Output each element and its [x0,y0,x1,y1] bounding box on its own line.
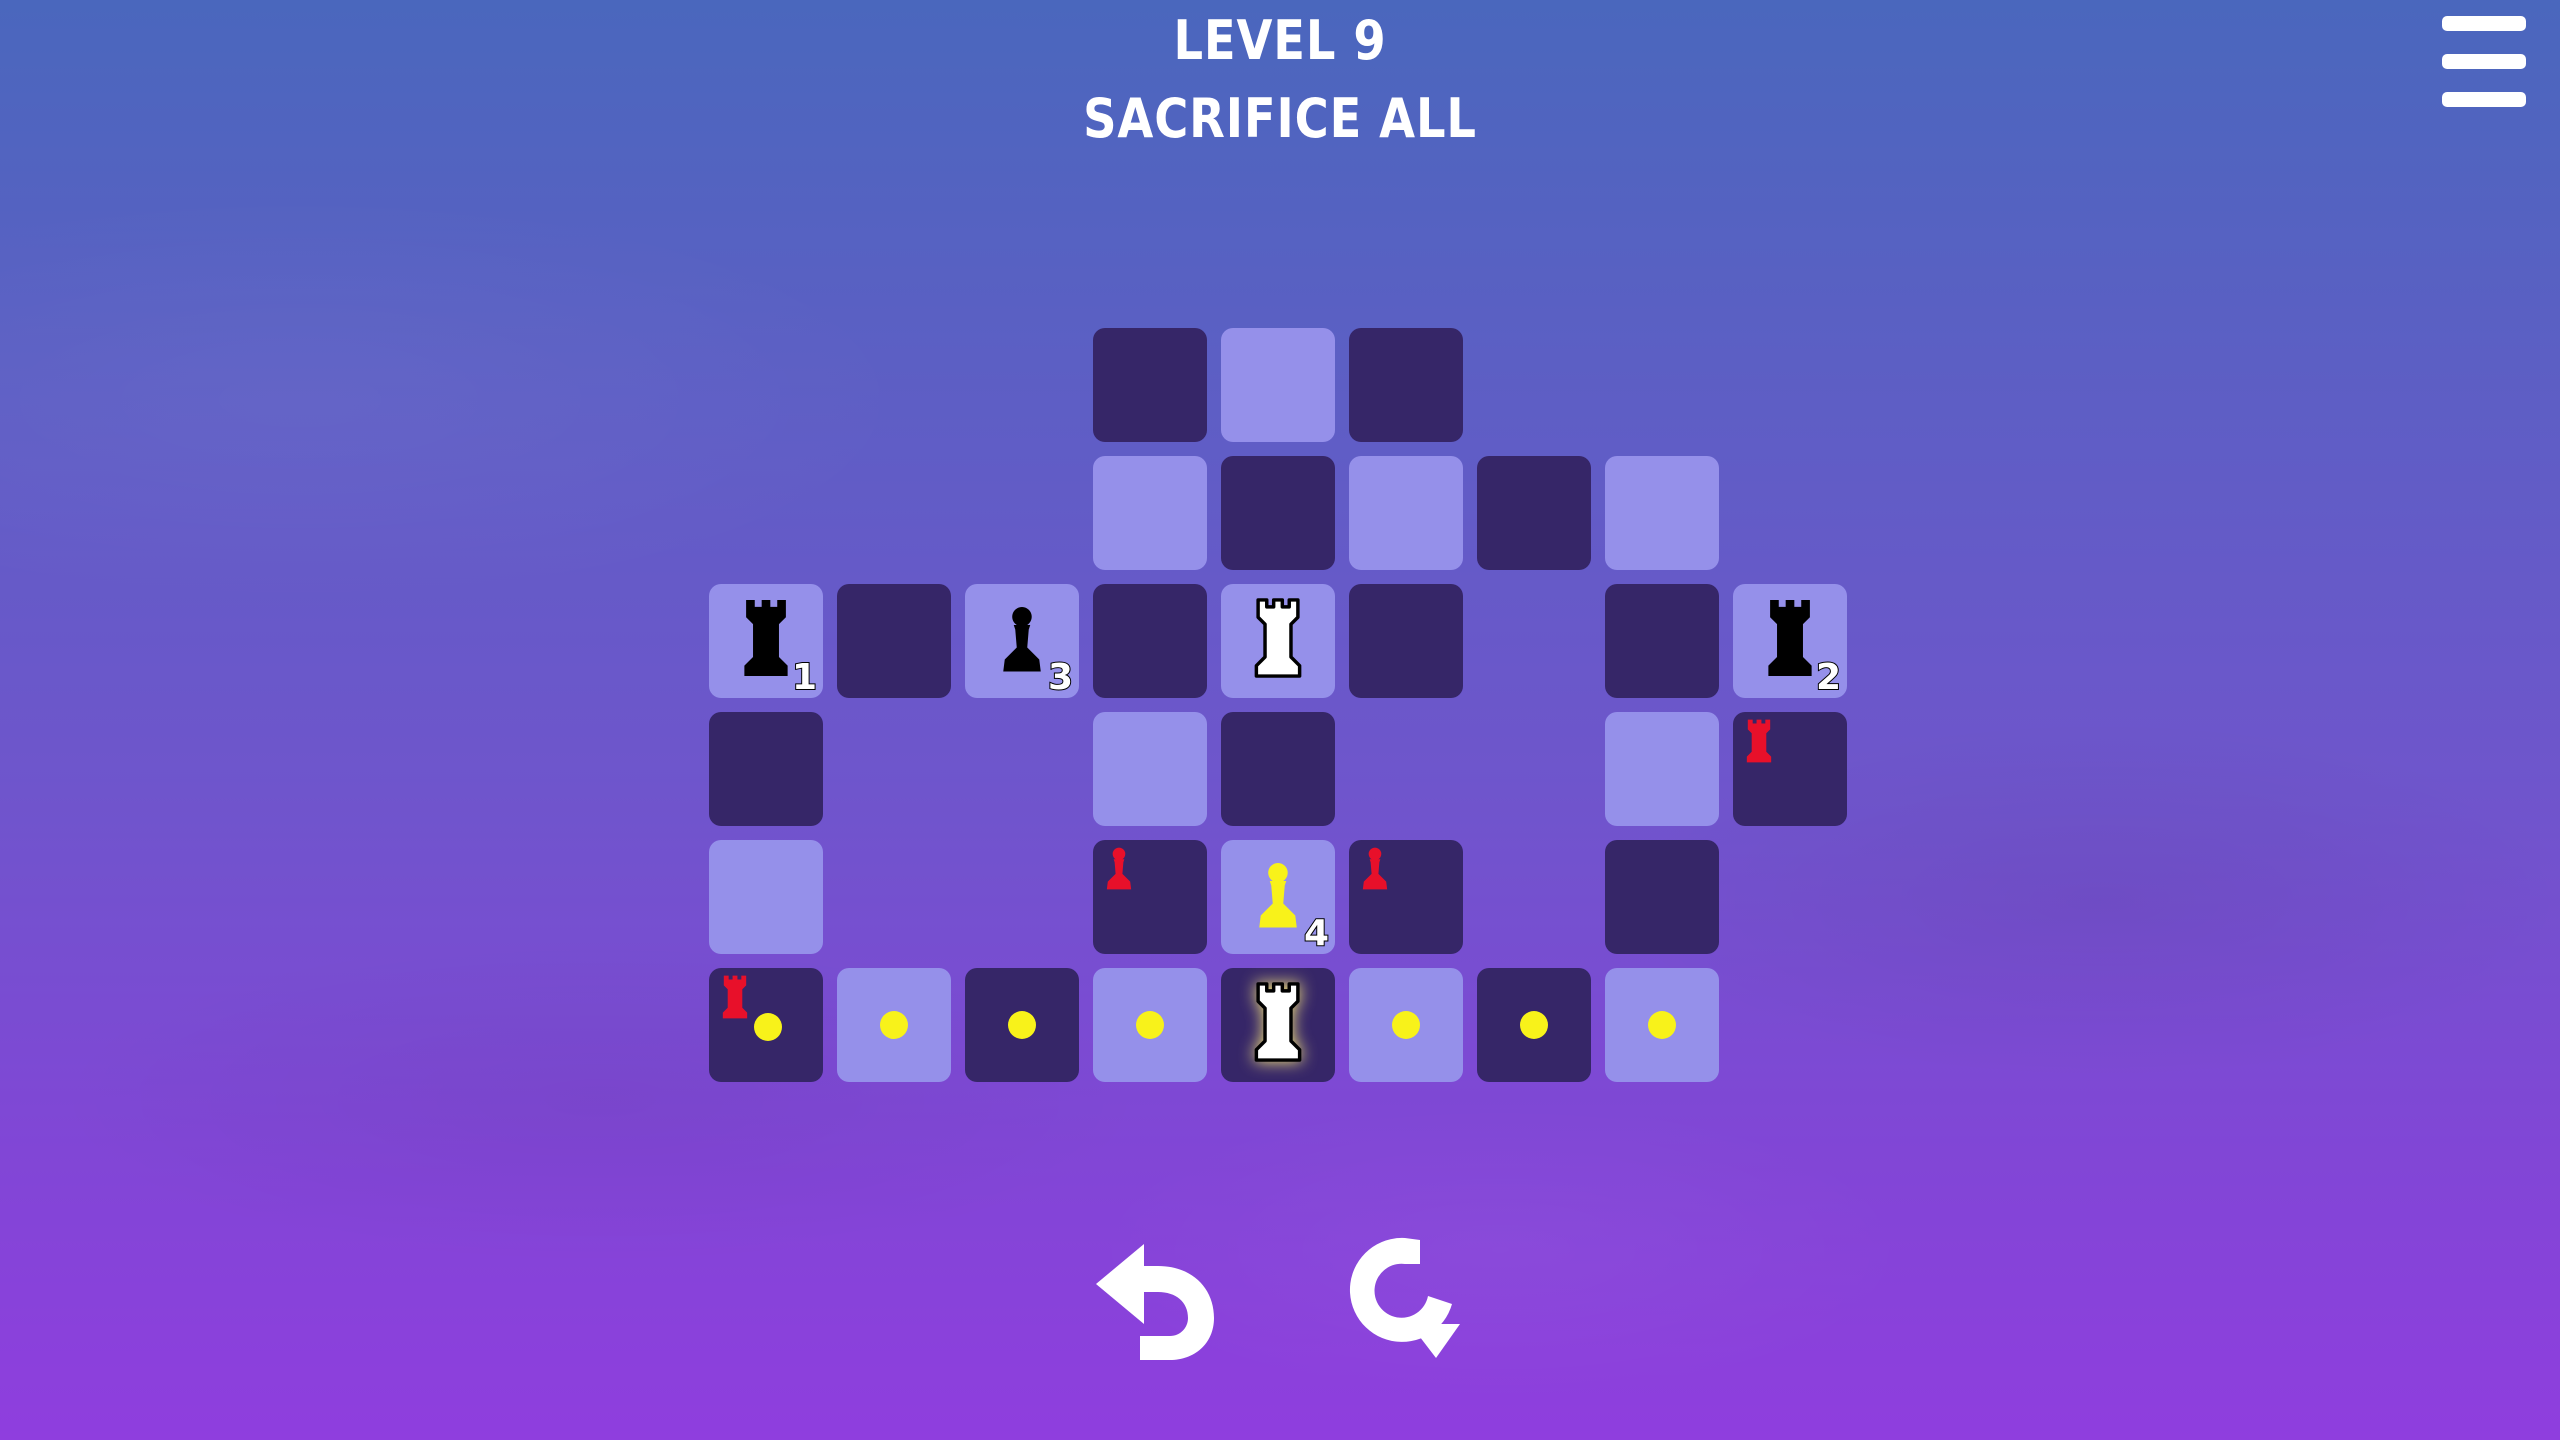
board-square[interactable] [837,968,951,1082]
move-target-dot [880,1011,908,1039]
enemy-pawn-marker [1093,840,1207,954]
board-square[interactable] [837,584,951,698]
board-square[interactable]: 3 [965,584,1079,698]
board-square[interactable] [1093,840,1207,954]
move-target-dot [1648,1011,1676,1039]
rook-icon [1768,599,1812,677]
enemy-rook-marker [1733,712,1847,826]
undo-arrow-icon [1096,1244,1214,1360]
board-square[interactable] [1221,968,1335,1082]
board-square[interactable] [1221,456,1335,570]
piece-order-badge: 4 [1303,913,1330,954]
black-rook-piece[interactable]: 1 [709,584,823,698]
board-square[interactable] [709,840,823,954]
pawn-icon [1259,863,1297,928]
board-square[interactable] [709,712,823,826]
board-square[interactable] [1093,712,1207,826]
move-target-dot [1392,1011,1420,1039]
board-square[interactable] [1093,584,1207,698]
white-rook-piece[interactable] [1221,584,1335,698]
board-square[interactable] [1093,968,1207,1082]
board-square[interactable] [1221,584,1335,698]
board-square[interactable]: 4 [1221,840,1335,954]
rook-icon [1254,598,1302,678]
rook-icon [722,975,748,1019]
piece-order-badge: 2 [1815,657,1842,698]
board-square[interactable] [965,968,1079,1082]
game-board: 1 3 2 4 [0,0,2560,1440]
board-square[interactable] [1349,456,1463,570]
board-square[interactable] [1605,712,1719,826]
board-square[interactable] [1733,712,1847,826]
piece-order-badge: 3 [1047,657,1074,698]
pawn-icon [1106,847,1132,890]
restart-icon [1349,1237,1460,1358]
board-square[interactable] [1093,456,1207,570]
board-square[interactable] [1221,328,1335,442]
undo-button[interactable] [1092,1236,1222,1360]
move-target-dot [1008,1011,1036,1039]
black-rook-piece[interactable]: 2 [1733,584,1847,698]
yellow-pawn-piece[interactable]: 4 [1221,840,1335,954]
board-square[interactable] [1349,584,1463,698]
move-target-dot [1520,1011,1548,1039]
board-square[interactable] [1605,456,1719,570]
rook-icon [1746,719,1772,763]
board-square[interactable] [1349,840,1463,954]
pawn-icon [1003,607,1041,672]
black-pawn-piece[interactable]: 3 [965,584,1079,698]
board-square[interactable] [1605,584,1719,698]
pawn-icon [1362,847,1388,890]
board-square[interactable]: 2 [1733,584,1847,698]
piece-order-badge: 1 [791,657,818,698]
enemy-rook-marker [709,968,823,1082]
rook-icon [744,599,788,677]
board-square[interactable] [709,968,823,1082]
enemy-pawn-marker [1349,840,1463,954]
rook-icon [1254,982,1302,1062]
board-square[interactable] [1605,840,1719,954]
board-square[interactable] [1349,968,1463,1082]
move-target-dot [1136,1011,1164,1039]
board-square[interactable] [1221,712,1335,826]
board-square[interactable] [1477,968,1591,1082]
board-square[interactable] [1349,328,1463,442]
white-rook-piece[interactable] [1221,968,1335,1082]
board-square[interactable] [1605,968,1719,1082]
board-square[interactable] [1093,328,1207,442]
board-square[interactable]: 1 [709,584,823,698]
restart-button[interactable] [1348,1232,1462,1360]
board-square[interactable] [1477,456,1591,570]
